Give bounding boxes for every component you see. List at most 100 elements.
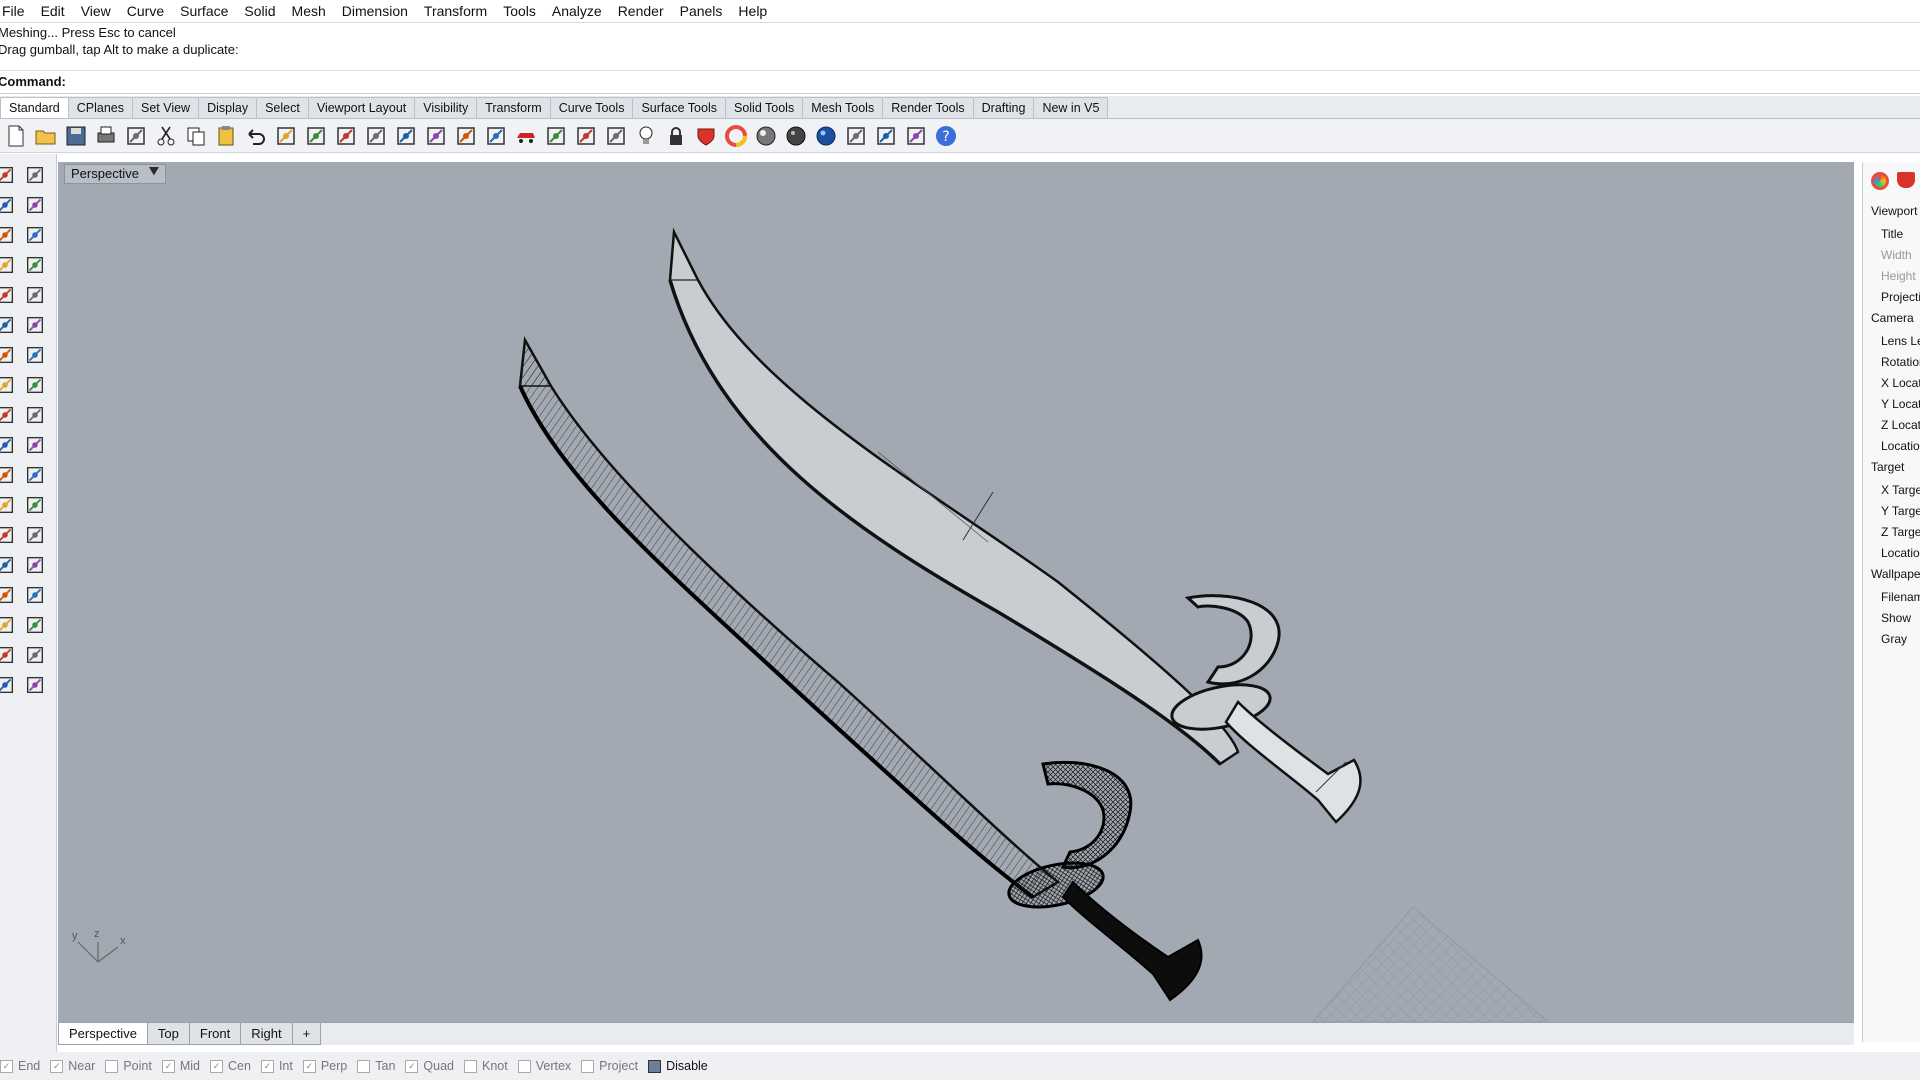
freeform-icon[interactable]	[22, 612, 48, 638]
tab-select[interactable]: Select	[256, 97, 309, 118]
array-icon[interactable]	[0, 462, 18, 488]
properties-field-label[interactable]: Show	[1881, 611, 1911, 625]
checkbox[interactable]: ✓	[302, 1059, 316, 1073]
menu-item-analyze[interactable]: Analyze	[544, 0, 610, 22]
move-icon[interactable]	[302, 122, 330, 150]
tab-drafting[interactable]: Drafting	[972, 97, 1035, 118]
properties-field-label[interactable]: X Location	[1881, 376, 1920, 390]
menu-item-edit[interactable]: Edit	[33, 0, 73, 22]
checkbox[interactable]	[517, 1059, 531, 1073]
viewport-tab-perspective[interactable]: Perspective	[58, 1023, 148, 1045]
menu-item-panels[interactable]: Panels	[672, 0, 731, 22]
polyline-icon[interactable]	[0, 552, 18, 578]
checkbox[interactable]	[648, 1059, 662, 1073]
paint-icon[interactable]	[0, 492, 18, 518]
osnap-int[interactable]: ✓ Int	[260, 1059, 293, 1073]
curve-icon[interactable]	[0, 582, 18, 608]
check-icon[interactable]	[22, 462, 48, 488]
properties-field-label[interactable]: X Target	[1881, 483, 1920, 497]
tab-surface-tools[interactable]: Surface Tools	[632, 97, 726, 118]
checkbox[interactable]	[105, 1059, 119, 1073]
freeform-icon[interactable]	[0, 282, 18, 308]
menu-item-view[interactable]: View	[73, 0, 119, 22]
menu-item-tools[interactable]: Tools	[495, 0, 544, 22]
properties-field-label[interactable]: Y Location	[1881, 397, 1920, 411]
shield-icon[interactable]	[1897, 172, 1915, 188]
properties-field-label[interactable]: Lens Length	[1881, 334, 1920, 348]
checkbox[interactable]: ✓	[210, 1059, 223, 1073]
menu-item-help[interactable]: Help	[730, 0, 775, 22]
transform-icon[interactable]	[0, 432, 18, 458]
checkbox[interactable]: ✓	[0, 1059, 13, 1073]
osnap-cen[interactable]: ✓ Cen	[210, 1059, 251, 1073]
tab-standard[interactable]: Standard	[0, 97, 69, 118]
select-icon[interactable]	[22, 492, 48, 518]
shield-icon[interactable]	[692, 122, 720, 150]
extrude-icon[interactable]	[0, 672, 18, 698]
osnap-quad[interactable]: ✓ Quad	[405, 1059, 454, 1073]
surface-icon[interactable]	[22, 282, 48, 308]
osnap-end[interactable]: ✓ End	[0, 1059, 40, 1073]
properties-field-label[interactable]: Filename	[1881, 590, 1920, 604]
snap-icon[interactable]	[602, 122, 630, 150]
properties-field-label[interactable]: Gray	[1881, 632, 1907, 646]
checkbox[interactable]: ✓	[405, 1059, 419, 1073]
osnap-mid[interactable]: ✓ Mid	[161, 1059, 200, 1073]
car-icon[interactable]	[512, 122, 540, 150]
menu-item-file[interactable]: File	[0, 0, 33, 22]
tab-visibility[interactable]: Visibility	[414, 97, 478, 118]
plane-icon[interactable]	[22, 342, 48, 368]
arc-icon[interactable]	[0, 612, 18, 638]
sphere-icon[interactable]	[752, 122, 780, 150]
add-viewport-tab-icon[interactable]: +	[291, 1023, 322, 1045]
menu-item-solid[interactable]: Solid	[236, 0, 283, 22]
menu-item-surface[interactable]: Surface	[172, 0, 236, 22]
properties-field-label[interactable]: Z Location	[1881, 418, 1920, 432]
tab-curve-tools[interactable]: Curve Tools	[549, 97, 634, 118]
osnap-project[interactable]: Project	[581, 1059, 638, 1073]
checkbox[interactable]: ✓	[50, 1059, 64, 1073]
viewport-tab-right[interactable]: Right	[240, 1023, 293, 1045]
properties-field-label[interactable]: Title	[1881, 227, 1903, 241]
surface-icon[interactable]	[0, 642, 18, 668]
boolean-icon[interactable]	[0, 372, 18, 398]
viewport-tab-front[interactable]: Front	[188, 1023, 242, 1045]
rectangle-icon[interactable]	[22, 582, 48, 608]
settings-icon[interactable]	[872, 122, 900, 150]
osnap-disable[interactable]: Disable	[648, 1059, 708, 1073]
color-wheel-icon[interactable]	[722, 122, 750, 150]
perspective-viewport[interactable]: Perspective y z x	[58, 162, 1854, 1022]
osnap-perp[interactable]: ✓ Perp	[302, 1059, 347, 1073]
menu-item-render[interactable]: Render	[610, 0, 672, 22]
osnap-vertex[interactable]: Vertex	[517, 1059, 571, 1073]
cut-icon[interactable]	[152, 122, 180, 150]
curve-icon[interactable]	[22, 222, 48, 248]
import-icon[interactable]	[122, 122, 150, 150]
properties-field-label[interactable]: Rotation	[1881, 355, 1920, 369]
checkbox[interactable]	[357, 1059, 371, 1073]
box-icon[interactable]	[22, 642, 48, 668]
tab-render-tools[interactable]: Render Tools	[882, 97, 974, 118]
undo-icon[interactable]	[242, 122, 270, 150]
polyline-icon[interactable]	[22, 192, 48, 218]
checkbox[interactable]: ✓	[161, 1059, 175, 1073]
properties-field-label[interactable]: Height	[1881, 269, 1916, 283]
filter-icon[interactable]	[842, 122, 870, 150]
new-icon[interactable]	[2, 122, 30, 150]
extrude-icon[interactable]	[22, 312, 48, 338]
tab-display[interactable]: Display	[198, 97, 258, 118]
fillet-icon[interactable]	[22, 402, 48, 428]
zoom-extents-icon[interactable]	[392, 122, 420, 150]
loft-icon[interactable]	[0, 342, 18, 368]
arc-icon[interactable]	[22, 252, 48, 278]
tab-solid-tools[interactable]: Solid Tools	[724, 97, 804, 118]
grid-icon[interactable]	[22, 432, 48, 458]
copy-icon[interactable]	[182, 122, 210, 150]
properties-field-label[interactable]: Location	[1881, 439, 1920, 453]
light-icon[interactable]	[632, 122, 660, 150]
paste-icon[interactable]	[212, 122, 240, 150]
zoom-window-icon[interactable]	[362, 122, 390, 150]
properties-field-label[interactable]: Width	[1881, 248, 1912, 262]
tab-set-view[interactable]: Set View	[131, 97, 200, 118]
help-icon[interactable]: ?	[932, 122, 960, 150]
